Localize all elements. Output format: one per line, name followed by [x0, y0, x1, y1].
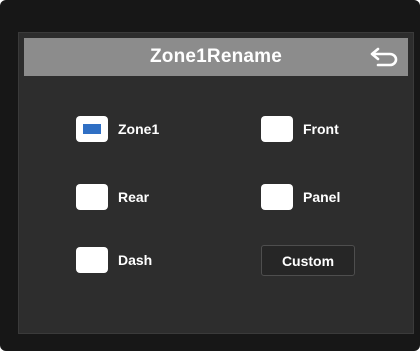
checkbox-rear[interactable] [76, 184, 108, 210]
checkbox-zone1[interactable] [76, 116, 108, 142]
checkbox-panel[interactable] [261, 184, 293, 210]
option-panel[interactable]: Panel [261, 184, 340, 210]
option-label-zone1: Zone1 [118, 121, 160, 137]
back-button[interactable] [366, 42, 402, 72]
undo-arrow-icon [370, 47, 398, 67]
option-front[interactable]: Front [261, 116, 339, 142]
option-label-rear: Rear [118, 189, 150, 205]
option-label-panel: Panel [303, 189, 341, 205]
device-bezel: Zone1Rename Zone1 Front Rear Panel Dash … [0, 0, 420, 351]
checkbox-front[interactable] [261, 116, 293, 142]
option-label-dash: Dash [118, 252, 153, 268]
checked-indicator [83, 124, 101, 134]
option-zone1[interactable]: Zone1 [76, 116, 159, 142]
dialog-title: Zone1Rename [149, 46, 283, 67]
option-dash[interactable]: Dash [76, 247, 152, 273]
option-rear[interactable]: Rear [76, 184, 149, 210]
option-label-front: Front [303, 121, 339, 137]
title-bar: Zone1Rename [24, 38, 408, 76]
rename-dialog: Zone1Rename Zone1 Front Rear Panel Dash … [18, 32, 414, 334]
custom-button[interactable]: Custom [261, 245, 355, 276]
checkbox-dash[interactable] [76, 247, 108, 273]
